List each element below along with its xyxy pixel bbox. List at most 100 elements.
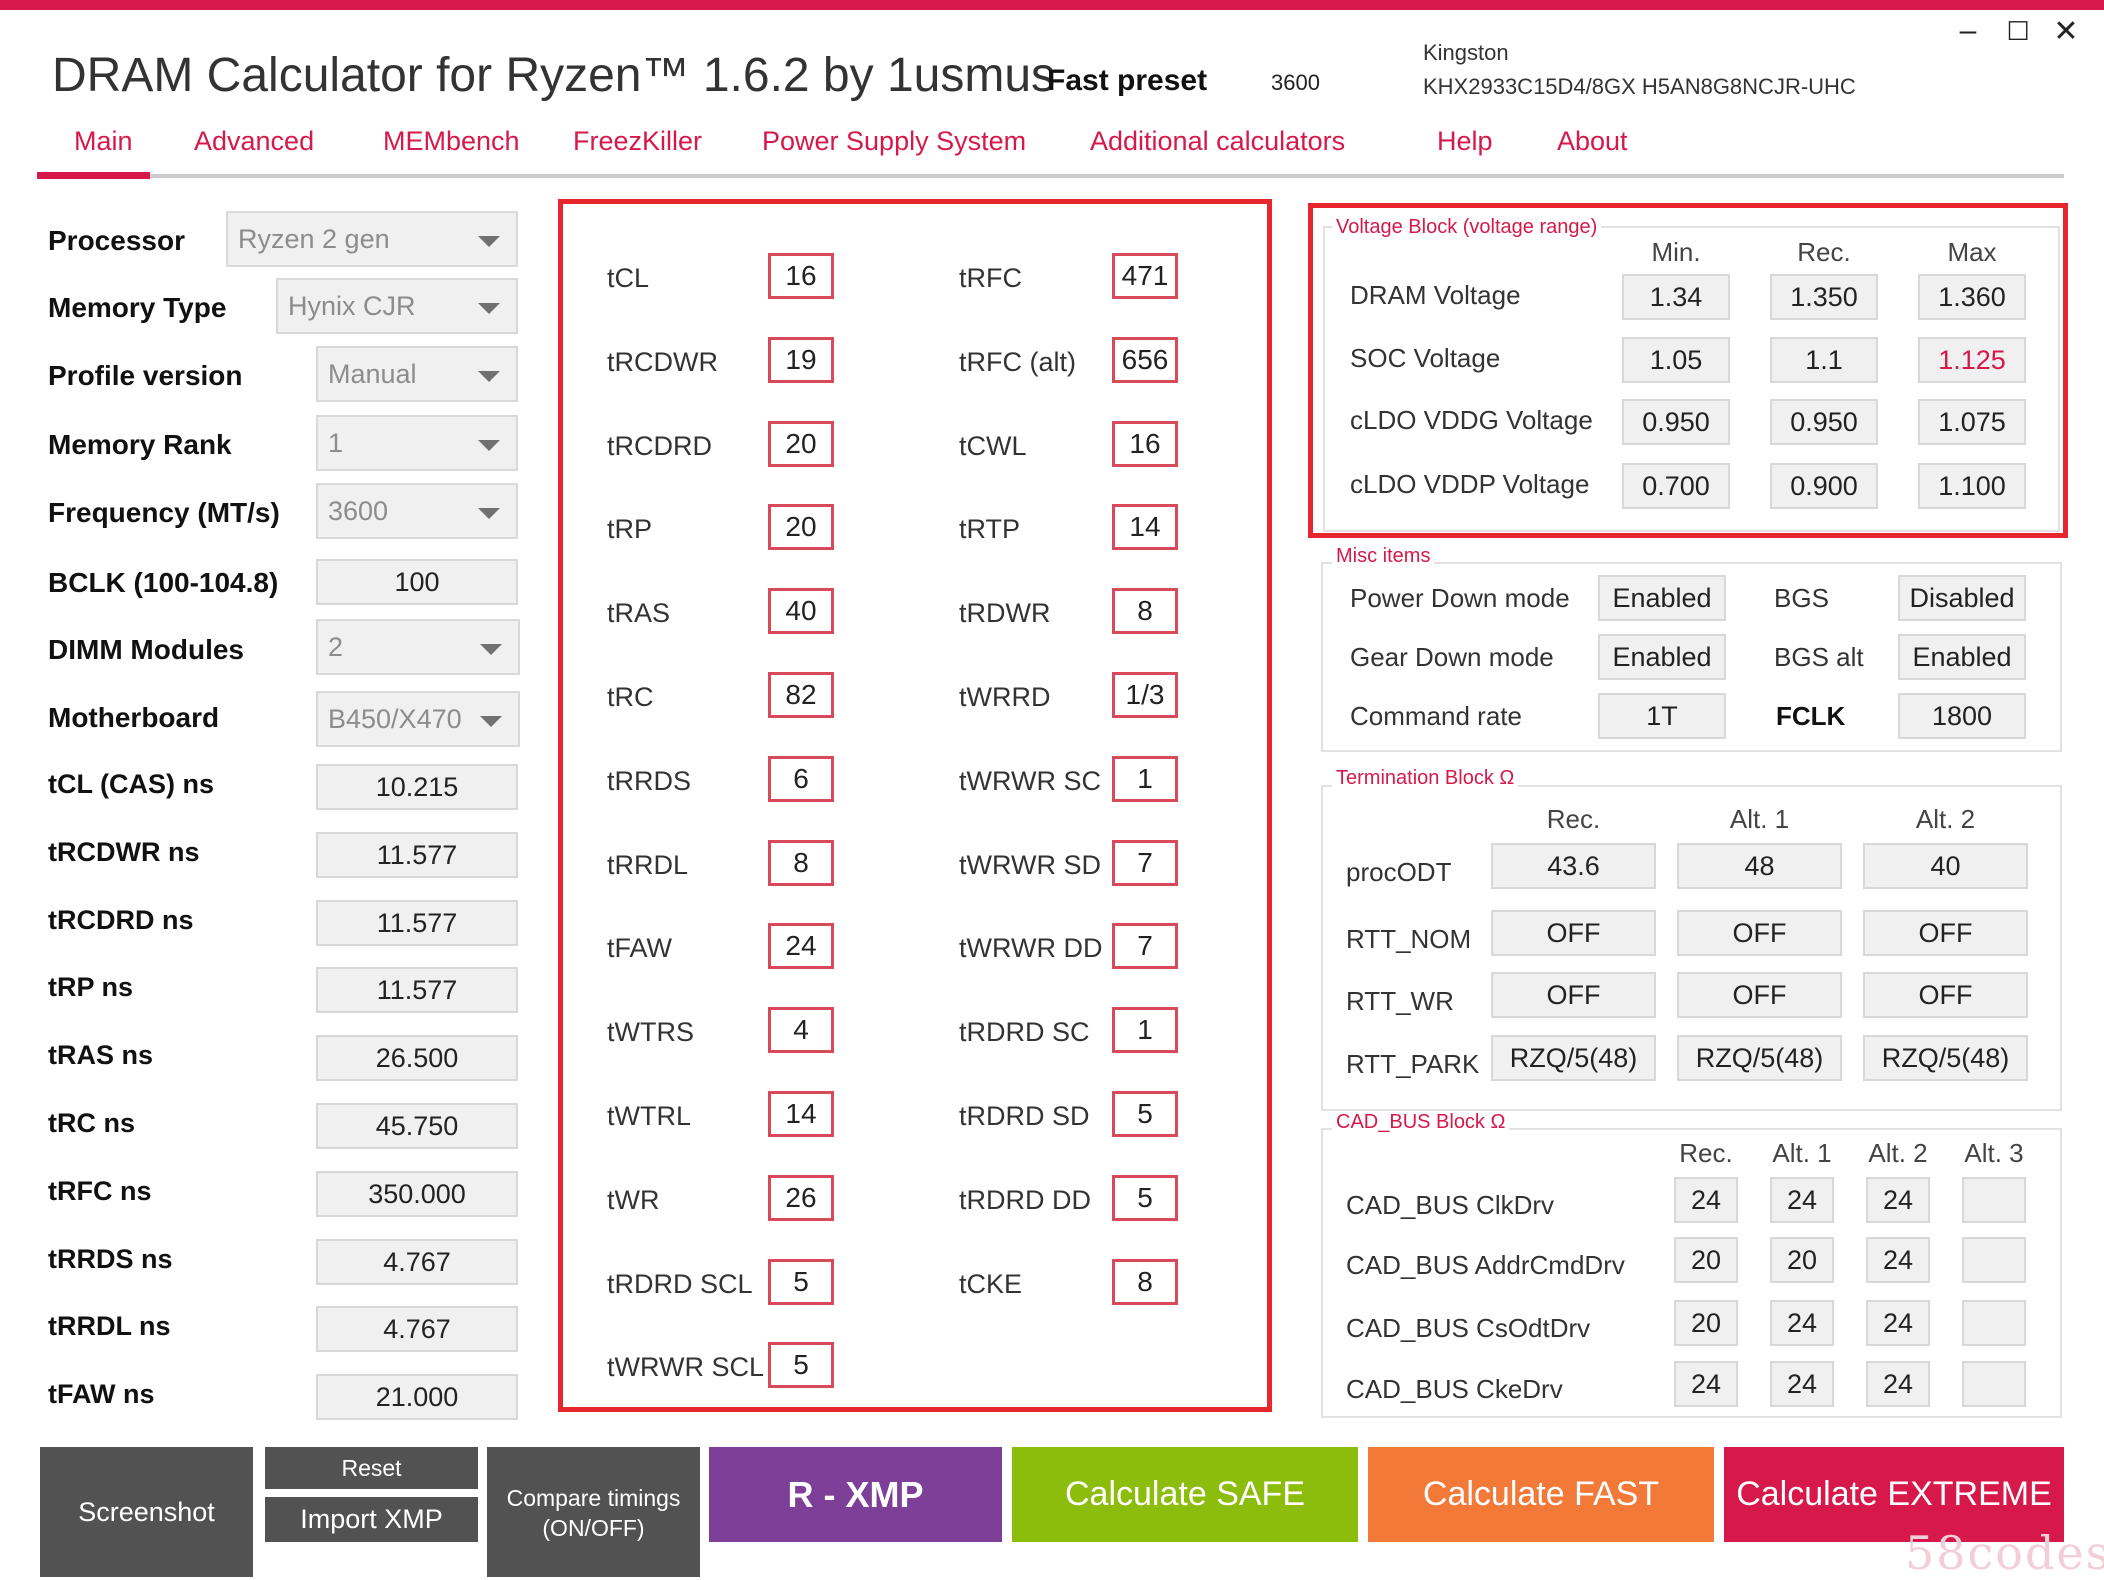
termination-procodt-alt-2[interactable]: 40	[1863, 843, 2028, 889]
termination-rtt-wr-alt-1[interactable]: OFF	[1677, 972, 1842, 1018]
termination-rtt-nom-rec[interactable]: OFF	[1491, 910, 1656, 956]
termination-rtt-park-rec[interactable]: RZQ/5(48)	[1491, 1035, 1656, 1081]
cad-bus-cad-bus-ckedrv-alt-1[interactable]: 24	[1770, 1361, 1834, 1407]
timing-trdrd-scl[interactable]: 5	[768, 1258, 834, 1305]
tab-main[interactable]: Main	[74, 126, 133, 157]
timing-trdrd-sd[interactable]: 5	[1112, 1091, 1178, 1137]
tab-membench[interactable]: MEMbench	[383, 126, 520, 157]
calculate-fast-button[interactable]: Calculate FAST	[1368, 1447, 1714, 1542]
dropdown-motherboard[interactable]: B450/X470	[316, 691, 520, 747]
screenshot-button[interactable]: Screenshot	[40, 1447, 253, 1577]
import-xmp-button[interactable]: Import XMP	[265, 1497, 478, 1542]
cad-bus-cad-bus-clkdrv-alt-2[interactable]: 24	[1866, 1177, 1930, 1223]
calculate-safe-button[interactable]: Calculate SAFE	[1012, 1447, 1358, 1542]
termination-procodt-rec[interactable]: 43.6	[1491, 843, 1656, 889]
maximize-icon[interactable]: ☐	[1998, 16, 2038, 47]
dropdown-frequency-mt-s[interactable]: 3600	[316, 483, 518, 539]
voltage-cldo-vddg-voltage-min[interactable]: 0.950	[1622, 399, 1730, 445]
dropdown-dimm-modules[interactable]: 2	[316, 619, 520, 675]
timing-trp[interactable]: 20	[768, 504, 834, 551]
timing-trtp[interactable]: 14	[1112, 504, 1178, 551]
dropdown-memory-rank[interactable]: 1	[316, 415, 518, 471]
timing-twrwr-sc[interactable]: 1	[1112, 755, 1178, 802]
voltage-soc-voltage-max[interactable]: 1.125	[1918, 337, 2026, 383]
tab-additional-calculators[interactable]: Additional calculators	[1090, 126, 1345, 157]
timing-trc[interactable]: 82	[768, 672, 834, 718]
voltage-dram-voltage-rec[interactable]: 1.350	[1770, 274, 1878, 320]
misc-fclk[interactable]: 1800	[1898, 693, 2026, 739]
tab-power-supply-system[interactable]: Power Supply System	[762, 126, 1026, 157]
voltage-dram-voltage-max[interactable]: 1.360	[1918, 274, 2026, 320]
voltage-cldo-vddp-voltage-rec[interactable]: 0.900	[1770, 463, 1878, 509]
timing-tfaw[interactable]: 24	[768, 923, 834, 970]
timing-tcwl[interactable]: 16	[1112, 420, 1178, 467]
cad-bus-cad-bus-addrcmddrv-rec[interactable]: 20	[1674, 1237, 1738, 1283]
r-xmp-button[interactable]: R - XMP	[709, 1447, 1002, 1542]
timing-tcke[interactable]: 8	[1112, 1258, 1178, 1305]
termination-rtt-park-alt-1[interactable]: RZQ/5(48)	[1677, 1035, 1842, 1081]
timing-tcl[interactable]: 16	[768, 253, 834, 299]
cad-bus-cad-bus-addrcmddrv-alt-1[interactable]: 20	[1770, 1237, 1834, 1283]
timing-trfc-alt[interactable]: 656	[1112, 336, 1178, 383]
tab-advanced[interactable]: Advanced	[194, 126, 314, 157]
timing-twtrs[interactable]: 4	[768, 1007, 834, 1054]
reset-button[interactable]: Reset	[265, 1447, 478, 1489]
cad-bus-cad-bus-addrcmddrv-alt-3[interactable]	[1962, 1237, 2026, 1283]
tab-about[interactable]: About	[1557, 126, 1628, 157]
voltage-cldo-vddp-voltage-max[interactable]: 1.100	[1918, 463, 2026, 509]
voltage-cldo-vddg-voltage-rec[interactable]: 0.950	[1770, 399, 1878, 445]
termination-rtt-wr-rec[interactable]: OFF	[1491, 972, 1656, 1018]
timing-trrdl[interactable]: 8	[768, 839, 834, 886]
timing-trdwr[interactable]: 8	[1112, 588, 1178, 635]
dropdown-profile-version[interactable]: Manual	[316, 346, 518, 402]
misc-gear-down-mode[interactable]: Enabled	[1598, 634, 1726, 680]
cad-bus-cad-bus-csodtdrv-rec[interactable]: 20	[1674, 1300, 1738, 1346]
cad-bus-cad-bus-clkdrv-alt-3[interactable]	[1962, 1177, 2026, 1223]
voltage-soc-voltage-min[interactable]: 1.05	[1622, 337, 1730, 383]
tab-freezkiller[interactable]: FreezKiller	[573, 126, 702, 157]
dropdown-processor[interactable]: Ryzen 2 gen	[226, 211, 518, 267]
voltage-cldo-vddg-voltage-max[interactable]: 1.075	[1918, 399, 2026, 445]
timing-trcdwr[interactable]: 19	[768, 336, 834, 383]
bclk-input[interactable]: 100	[316, 559, 518, 605]
cad-bus-cad-bus-clkdrv-alt-1[interactable]: 24	[1770, 1177, 1834, 1223]
compare-timings-button[interactable]: Compare timings (ON/OFF)	[487, 1447, 700, 1577]
termination-header-rec: Rec.	[1546, 804, 1601, 834]
cad-bus-cad-bus-ckedrv-alt-2[interactable]: 24	[1866, 1361, 1930, 1407]
cad-bus-cad-bus-addrcmddrv-alt-2[interactable]: 24	[1866, 1237, 1930, 1283]
dropdown-memory-type[interactable]: Hynix CJR	[276, 278, 518, 334]
misc-bgs[interactable]: Disabled	[1898, 575, 2026, 621]
voltage-dram-voltage-min[interactable]: 1.34	[1622, 274, 1730, 320]
termination-rtt-nom-alt-2[interactable]: OFF	[1863, 910, 2028, 956]
cad-bus-cad-bus-csodtdrv-alt-2[interactable]: 24	[1866, 1300, 1930, 1346]
timing-trcdrd[interactable]: 20	[768, 420, 834, 467]
timing-twtrl[interactable]: 14	[768, 1091, 834, 1137]
voltage-soc-voltage-rec[interactable]: 1.1	[1770, 337, 1878, 383]
timing-trrds[interactable]: 6	[768, 755, 834, 802]
timing-twr[interactable]: 26	[768, 1174, 834, 1221]
timing-twrwr-scl[interactable]: 5	[768, 1342, 834, 1389]
close-icon[interactable]: ✕	[2046, 14, 2086, 49]
cad-bus-cad-bus-ckedrv-rec[interactable]: 24	[1674, 1361, 1738, 1407]
termination-procodt-alt-1[interactable]: 48	[1677, 843, 1842, 889]
timing-trdrd-sc[interactable]: 1	[1112, 1007, 1178, 1054]
termination-rtt-park-alt-2[interactable]: RZQ/5(48)	[1863, 1035, 2028, 1081]
cad-bus-cad-bus-ckedrv-alt-3[interactable]	[1962, 1361, 2026, 1407]
misc-command-rate[interactable]: 1T	[1598, 693, 1726, 739]
timing-trdrd-dd[interactable]: 5	[1112, 1174, 1178, 1221]
timing-twrrd[interactable]: 1/3	[1112, 672, 1178, 718]
timing-tras[interactable]: 40	[768, 588, 834, 635]
cad-bus-cad-bus-csodtdrv-alt-1[interactable]: 24	[1770, 1300, 1834, 1346]
minimize-icon[interactable]: –	[1948, 14, 1988, 48]
termination-rtt-nom-alt-1[interactable]: OFF	[1677, 910, 1842, 956]
timing-twrwr-dd[interactable]: 7	[1112, 923, 1178, 970]
misc-bgs-alt[interactable]: Enabled	[1898, 634, 2026, 680]
voltage-cldo-vddp-voltage-min[interactable]: 0.700	[1622, 463, 1730, 509]
cad-bus-cad-bus-clkdrv-rec[interactable]: 24	[1674, 1177, 1738, 1223]
timing-trfc[interactable]: 471	[1112, 253, 1178, 299]
termination-rtt-wr-alt-2[interactable]: OFF	[1863, 972, 2028, 1018]
misc-power-down-mode[interactable]: Enabled	[1598, 575, 1726, 621]
tab-help[interactable]: Help	[1437, 126, 1493, 157]
timing-twrwr-sd[interactable]: 7	[1112, 839, 1178, 886]
cad-bus-cad-bus-csodtdrv-alt-3[interactable]	[1962, 1300, 2026, 1346]
